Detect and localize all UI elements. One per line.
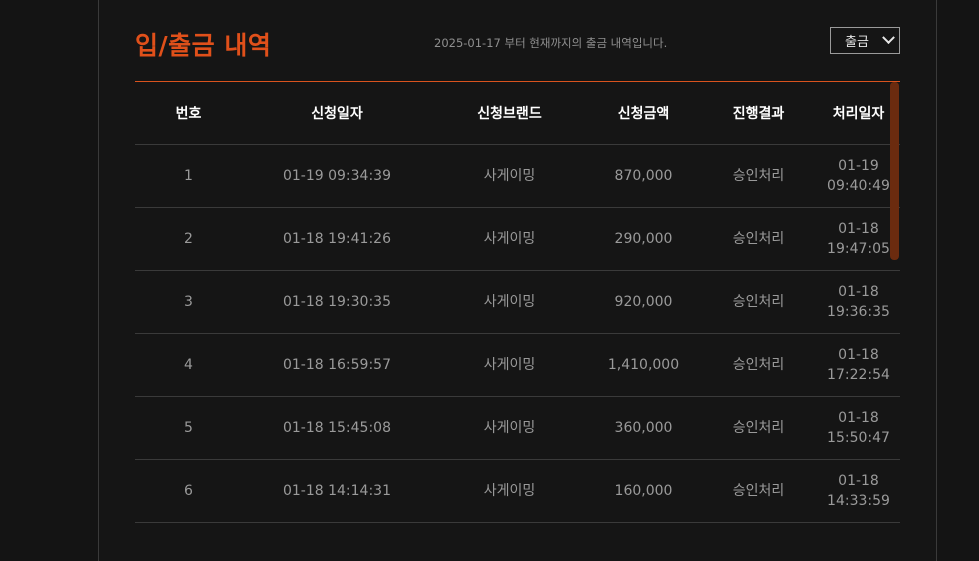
type-select[interactable]: 출금 <box>830 27 900 54</box>
processed-day: 01-19 <box>838 158 879 174</box>
cell-amount: 870,000 <box>587 144 700 208</box>
table-row: 2 01-18 19:41:26 사게이밍 290,000 승인처리 01-18… <box>135 207 900 271</box>
column-header-amount: 신청금액 <box>587 82 700 145</box>
cell-brand: 사게이밍 <box>432 459 587 523</box>
period-description: 2025-01-17 부터 현재까지의 출금 내역입니다. <box>434 36 668 50</box>
column-header-request-date: 신청일자 <box>242 82 432 145</box>
cell-brand: 사게이밍 <box>432 207 587 271</box>
cell-status: 승인처리 <box>700 396 817 460</box>
cell-request-date: 01-18 19:41:26 <box>242 207 432 271</box>
cell-brand: 사게이밍 <box>432 270 587 334</box>
cell-number: 6 <box>135 459 242 523</box>
cell-request-date: 01-19 09:34:39 <box>242 144 432 208</box>
cell-amount: 290,000 <box>587 207 700 271</box>
cell-processed-date: 01-18 17:22:54 <box>817 333 900 397</box>
processed-day: 01-18 <box>838 473 879 489</box>
cell-number: 4 <box>135 333 242 397</box>
cell-request-date: 01-18 16:59:57 <box>242 333 432 397</box>
table-row: 4 01-18 16:59:57 사게이밍 1,410,000 승인처리 01-… <box>135 333 900 397</box>
column-header-number: 번호 <box>135 82 242 145</box>
cell-processed-date: 01-18 19:47:05 <box>817 207 900 271</box>
column-header-processed-date: 처리일자 <box>817 82 900 145</box>
cell-brand: 사게이밍 <box>432 144 587 208</box>
cell-request-date: 01-18 19:30:35 <box>242 270 432 334</box>
cell-brand: 사게이밍 <box>432 396 587 460</box>
table-row: 3 01-18 19:30:35 사게이밍 920,000 승인처리 01-18… <box>135 270 900 334</box>
history-header: 입/출금 내역 2025-01-17 부터 현재까지의 출금 내역입니다. 출금 <box>135 0 900 82</box>
cell-status: 승인처리 <box>700 459 817 523</box>
cell-request-date: 01-18 14:14:31 <box>242 459 432 523</box>
cell-number: 5 <box>135 396 242 460</box>
table-scrollbar-thumb[interactable] <box>890 82 899 260</box>
cell-status: 승인처리 <box>700 333 817 397</box>
processed-day: 01-18 <box>838 284 879 300</box>
cell-amount: 360,000 <box>587 396 700 460</box>
processed-day: 01-18 <box>838 221 879 237</box>
processed-time: 15:50:47 <box>827 430 890 446</box>
cell-request-date: 01-18 15:45:08 <box>242 396 432 460</box>
column-header-brand: 신청브랜드 <box>432 82 587 145</box>
page-title: 입/출금 내역 <box>135 31 272 60</box>
column-header-status: 진행결과 <box>700 82 817 145</box>
processed-time: 19:47:05 <box>827 241 890 257</box>
table-row: 6 01-18 14:14:31 사게이밍 160,000 승인처리 01-18… <box>135 459 900 523</box>
processed-day: 01-18 <box>838 347 879 363</box>
processed-time: 14:33:59 <box>827 493 890 509</box>
processed-day: 01-18 <box>838 410 879 426</box>
cell-amount: 920,000 <box>587 270 700 334</box>
cell-brand: 사게이밍 <box>432 333 587 397</box>
cell-status: 승인처리 <box>700 144 817 208</box>
cell-processed-date: 01-18 14:33:59 <box>817 459 900 523</box>
table-header-row: 번호 신청일자 신청브랜드 신청금액 진행결과 처리일자 <box>135 82 900 145</box>
cell-processed-date: 01-18 15:50:47 <box>817 396 900 460</box>
cell-status: 승인처리 <box>700 207 817 271</box>
table-row: 1 01-19 09:34:39 사게이밍 870,000 승인처리 01-19… <box>135 144 900 208</box>
cell-number: 1 <box>135 144 242 208</box>
processed-time: 19:36:35 <box>827 304 890 320</box>
history-table: 번호 신청일자 신청브랜드 신청금액 진행결과 처리일자 1 01-19 09:… <box>135 82 900 523</box>
cell-processed-date: 01-19 09:40:49 <box>817 144 900 208</box>
cell-amount: 160,000 <box>587 459 700 523</box>
cell-number: 3 <box>135 270 242 334</box>
table-row: 5 01-18 15:45:08 사게이밍 360,000 승인처리 01-18… <box>135 396 900 460</box>
cell-processed-date: 01-18 19:36:35 <box>817 270 900 334</box>
chevron-down-icon <box>882 31 895 45</box>
cell-amount: 1,410,000 <box>587 333 700 397</box>
page: 입/출금 내역 2025-01-17 부터 현재까지의 출금 내역입니다. 출금… <box>0 0 979 561</box>
processed-time: 17:22:54 <box>827 367 890 383</box>
cell-status: 승인처리 <box>700 270 817 334</box>
processed-time: 09:40:49 <box>827 178 890 194</box>
cell-number: 2 <box>135 207 242 271</box>
history-table-container: 번호 신청일자 신청브랜드 신청금액 진행결과 처리일자 1 01-19 09:… <box>135 82 900 523</box>
type-select-value: 출금 <box>845 35 869 50</box>
